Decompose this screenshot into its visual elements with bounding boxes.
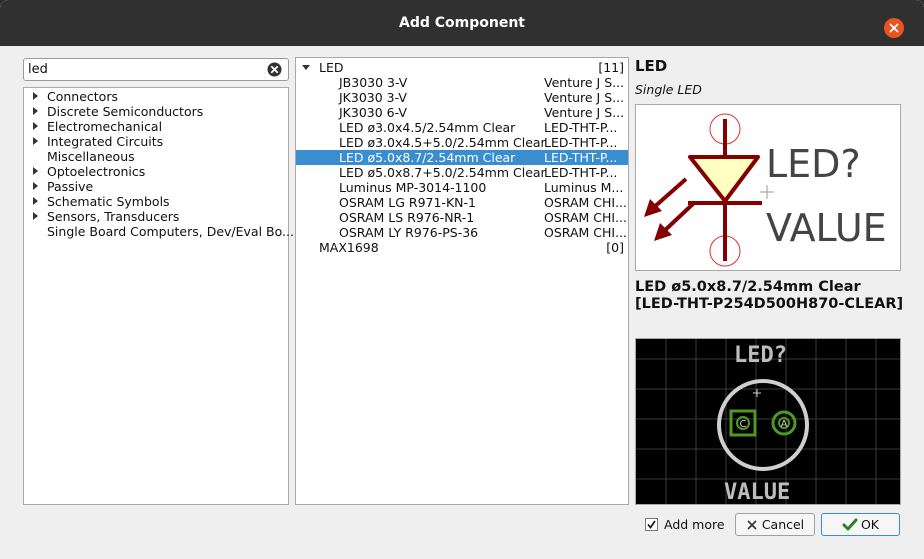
- component-item-description: Luminus M...: [544, 180, 624, 195]
- cancel-label: Cancel: [761, 517, 805, 532]
- pad-anode-label: A: [781, 419, 788, 430]
- component-group[interactable]: LED [11]: [296, 60, 628, 75]
- expand-arrow-icon[interactable]: [33, 167, 38, 175]
- component-item[interactable]: JK3030 3-V Venture J S...: [296, 90, 628, 105]
- symbol-ref-text: LED?: [766, 142, 861, 186]
- symbol-value-text: VALUE: [766, 206, 887, 250]
- cancel-icon: [747, 519, 757, 530]
- dialog-title: Add Component: [399, 15, 525, 31]
- cancel-button[interactable]: Cancel: [735, 513, 815, 536]
- library-tree[interactable]: Connectors Discrete Semiconductors Electro…: [23, 87, 294, 505]
- component-group[interactable]: MAX1698 [0]: [296, 240, 628, 255]
- expand-arrow-icon[interactable]: [33, 107, 38, 115]
- component-item-description: LED-THT-P...: [544, 120, 618, 135]
- component-item[interactable]: OSRAM LY R976-PS-36 OSRAM CHI...: [296, 225, 628, 240]
- add-more-label: Add more: [664, 516, 725, 532]
- ok-label: OK: [860, 517, 880, 532]
- symbol-description: Single LED: [635, 82, 702, 97]
- component-group-name: LED: [319, 60, 344, 75]
- component-item-description: OSRAM CHI...: [544, 195, 627, 210]
- component-item-description: Venture J S...: [544, 90, 625, 105]
- close-icon: [889, 23, 899, 33]
- diode-body: [688, 155, 760, 203]
- expand-arrow-icon[interactable]: [33, 182, 38, 190]
- component-item[interactable]: JK3030 6-V Venture J S...: [296, 105, 628, 120]
- clear-search-icon[interactable]: [267, 62, 282, 77]
- footprint-ref-text: LED?: [734, 343, 787, 368]
- component-group-count: [11]: [598, 60, 624, 75]
- component-item-description: LED-THT-P...: [544, 150, 618, 165]
- expand-arrow-icon[interactable]: [33, 92, 38, 100]
- library-item-label: Electromechanical: [47, 119, 163, 134]
- add-more-checkbox[interactable]: [645, 517, 658, 531]
- component-item-description: LED-THT-P...: [544, 165, 618, 180]
- component-item-name: JK3030 3-V: [339, 90, 407, 105]
- footprint-preview: LED? C A VALUE: [635, 338, 901, 505]
- library-item-label: Integrated Circuits: [47, 134, 164, 149]
- component-item[interactable]: LED ø3.0x4.5+5.0/2.54mm Clear LED-THT-P..…: [296, 135, 628, 150]
- close-button[interactable]: [884, 18, 904, 38]
- footprint-value-text: VALUE: [724, 480, 790, 504]
- expand-arrow-icon[interactable]: [33, 212, 38, 220]
- library-item-label: Sensors, Transducers: [47, 209, 180, 224]
- library-item-label: Optoelectronics: [47, 164, 146, 179]
- check-icon: [647, 520, 656, 529]
- component-item-name: JB3030 3-V: [339, 75, 408, 90]
- component-item[interactable]: JB3030 3-V Venture J S...: [296, 75, 628, 90]
- footprint-title: LED ø5.0x8.7/2.54mm Clear [LED-THT-P254D…: [635, 279, 904, 312]
- library-item-label: Schematic Symbols: [47, 194, 170, 209]
- component-item[interactable]: OSRAM LG R971-KN-1 OSRAM CHI...: [296, 195, 628, 210]
- symbol-preview: LED? VALUE: [635, 104, 901, 271]
- library-item-label: Single Board Computers, Dev/Eval Bo...: [47, 224, 294, 239]
- expand-arrow-icon[interactable]: [33, 122, 38, 130]
- library-item-label: Miscellaneous: [47, 149, 135, 164]
- component-item-name: LED ø3.0x4.5/2.54mm Clear: [339, 120, 516, 135]
- ok-button[interactable]: OK: [821, 513, 900, 536]
- component-item-description: OSRAM CHI...: [544, 225, 627, 240]
- ok-icon: [842, 518, 858, 530]
- component-item-name: OSRAM LS R976-NR-1: [339, 210, 475, 225]
- search-input[interactable]: led: [23, 58, 289, 81]
- component-item-name: LED ø5.0x8.7/2.54mm Clear: [339, 150, 516, 165]
- title-bar: Add Component: [0, 0, 924, 46]
- pad-cathode-label: C: [740, 419, 747, 430]
- component-item[interactable]: LED ø3.0x4.5/2.54mm Clear LED-THT-P...: [296, 120, 628, 135]
- symbol-name: LED: [635, 57, 668, 75]
- component-item-name: OSRAM LY R976-PS-36: [339, 225, 479, 240]
- add-component-dialog: Add Component led Connectors Discrete Sem…: [0, 0, 924, 559]
- component-item[interactable]: LED ø5.0x8.7+5.0/2.54mm Clear LED-THT-P..…: [296, 165, 628, 180]
- expand-arrow-icon[interactable]: [33, 197, 38, 205]
- emission-arrows-icon: [644, 177, 696, 241]
- component-tree[interactable]: LED [11] JB3030 3-V Venture J S... JK3030 3-…: [295, 57, 629, 505]
- component-item-name: LED ø3.0x4.5+5.0/2.54mm Clear: [339, 135, 546, 150]
- component-item[interactable]: Luminus MP-3014-1100 Luminus M...: [296, 180, 628, 195]
- collapse-arrow-icon[interactable]: [302, 65, 310, 70]
- component-item-name: Luminus MP-3014-1100: [339, 180, 487, 195]
- component-item-description: Venture J S...: [544, 75, 625, 90]
- library-item-label: Passive: [47, 179, 94, 194]
- component-item[interactable]: LED ø5.0x8.7/2.54mm Clear LED-THT-P...: [296, 150, 628, 165]
- component-item-name: JK3030 6-V: [339, 105, 407, 120]
- component-group-count: [0]: [606, 240, 624, 255]
- library-item-label: Discrete Semiconductors: [47, 104, 204, 119]
- library-item-label: Connectors: [47, 89, 118, 104]
- expand-arrow-icon[interactable]: [33, 137, 38, 145]
- component-item-name: LED ø5.0x8.7+5.0/2.54mm Clear: [339, 165, 546, 180]
- component-item-description: LED-THT-P...: [544, 135, 618, 150]
- component-item-description: OSRAM CHI...: [544, 210, 627, 225]
- component-item-name: OSRAM LG R971-KN-1: [339, 195, 476, 210]
- component-group-name: MAX1698: [319, 240, 379, 255]
- add-more-toggle[interactable]: Add more: [645, 515, 725, 533]
- component-item[interactable]: OSRAM LS R976-NR-1 OSRAM CHI...: [296, 210, 628, 225]
- component-item-description: Venture J S...: [544, 105, 625, 120]
- search-value: led: [28, 62, 48, 77]
